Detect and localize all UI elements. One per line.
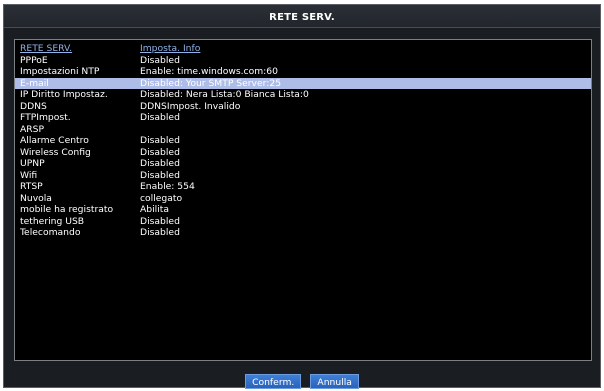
- table-row[interactable]: DDNS DDNSImpost. Invalido: [15, 101, 591, 113]
- service-info: Disabled: Nera Lista:0 Bianca Lista:0: [140, 89, 309, 100]
- table-row[interactable]: IP Diritto Impostaz. Disabled: Nera List…: [15, 89, 591, 101]
- column-header-service: RETE SERV.: [20, 43, 73, 54]
- table-row[interactable]: Impostazioni NTP Enable: time.windows.co…: [15, 66, 591, 78]
- service-name: Wifi: [20, 169, 38, 181]
- service-name: Nuvola: [20, 192, 52, 204]
- service-name: tethering USB: [20, 215, 85, 227]
- network-services-dialog: RETE SERV. RETE SERV. Imposta. Info PPPo…: [3, 4, 601, 389]
- service-info: Disabled: [140, 146, 180, 158]
- table-row-selected[interactable]: E-mail Disabled: Your SMTP Server:25: [15, 77, 591, 89]
- table-row[interactable]: Nuvola collegato: [15, 193, 591, 205]
- service-info: Enable: 554: [140, 181, 195, 192]
- service-name: FTPImpost.: [20, 112, 71, 123]
- service-name: Telecomando: [20, 227, 81, 238]
- table-row[interactable]: ARSP: [15, 124, 591, 136]
- column-header-info: Imposta. Info: [140, 43, 201, 54]
- cancel-button[interactable]: Annulla: [310, 374, 359, 389]
- service-name: Wireless Config: [20, 146, 91, 158]
- service-info: Disabled: [140, 112, 180, 123]
- table-row[interactable]: Wireless Config Disabled: [15, 147, 591, 159]
- title-bar: RETE SERV.: [4, 5, 600, 28]
- service-name: ARSP: [20, 123, 45, 135]
- table-row[interactable]: tethering USB Disabled: [15, 216, 591, 228]
- services-list-panel: RETE SERV. Imposta. Info PPPoE Disabled …: [14, 39, 592, 361]
- confirm-button[interactable]: Conferm.: [245, 374, 302, 389]
- service-info: Disabled: [140, 169, 180, 181]
- service-name: Allarme Centro: [20, 135, 89, 146]
- dialog-footer: Conferm. Annulla: [4, 370, 600, 389]
- table-header: RETE SERV. Imposta. Info: [15, 43, 591, 55]
- table-row[interactable]: PPPoE Disabled: [15, 55, 591, 67]
- dialog-title: RETE SERV.: [269, 12, 335, 23]
- service-info: Disabled: Your SMTP Server:25: [140, 77, 282, 89]
- service-info: Disabled: [140, 54, 180, 66]
- table-row[interactable]: RTSP Enable: 554: [15, 181, 591, 193]
- table-row[interactable]: UPNP Disabled: [15, 158, 591, 170]
- service-name: DDNS: [20, 100, 47, 112]
- service-name: PPPoE: [20, 54, 48, 66]
- service-info: collegato: [140, 192, 183, 204]
- service-info: Disabled: [140, 215, 180, 227]
- service-name: E-mail: [20, 77, 49, 89]
- table-row[interactable]: FTPImpost. Disabled: [15, 112, 591, 124]
- service-name: IP Diritto Impostaz.: [20, 89, 108, 100]
- service-info: Disabled: [140, 227, 180, 238]
- service-info: Disabled: [140, 158, 180, 169]
- table-row[interactable]: Allarme Centro Disabled: [15, 135, 591, 147]
- service-info: Abilita: [140, 204, 170, 215]
- service-name: mobile ha registrato: [20, 204, 114, 215]
- table-row[interactable]: Telecomando Disabled: [15, 227, 591, 239]
- service-info: DDNSImpost. Invalido: [140, 100, 241, 112]
- service-name: Impostazioni NTP: [20, 66, 100, 77]
- table-row[interactable]: Wifi Disabled: [15, 170, 591, 182]
- service-info: Enable: time.windows.com:60: [140, 66, 278, 77]
- table-row[interactable]: mobile ha registrato Abilita: [15, 204, 591, 216]
- service-name: UPNP: [20, 158, 45, 169]
- service-info: Disabled: [140, 135, 180, 146]
- service-name: RTSP: [20, 181, 43, 192]
- services-table: RETE SERV. Imposta. Info PPPoE Disabled …: [15, 43, 591, 239]
